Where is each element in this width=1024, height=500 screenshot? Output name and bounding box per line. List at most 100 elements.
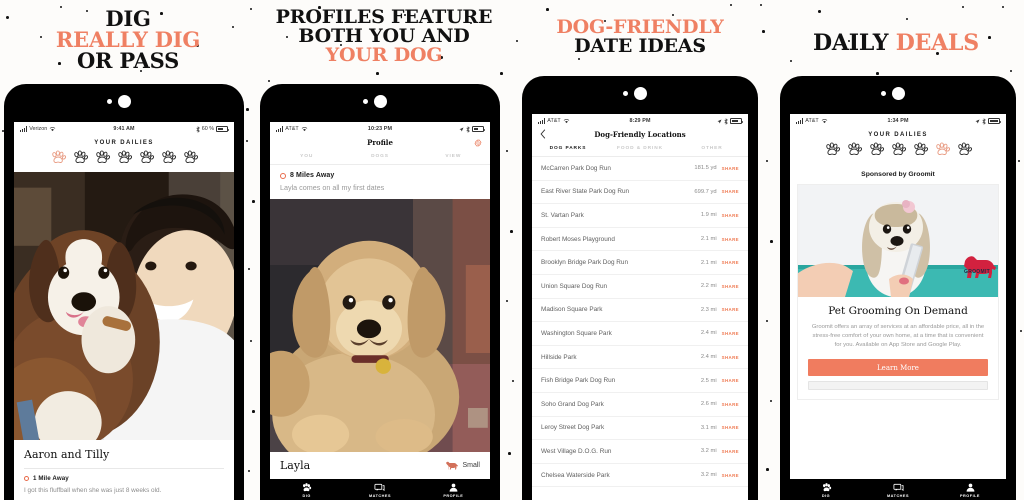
tab-food-drink[interactable]: FOOD & DRINK — [604, 142, 676, 156]
dog-name-bar: Layla Small — [270, 452, 490, 479]
location-row[interactable]: St. Vartan Park 1.9 mi SHARE — [532, 204, 748, 228]
share-button[interactable]: SHARE — [722, 237, 739, 242]
confetti-dot — [876, 72, 879, 75]
paw-progress-row-4[interactable] — [790, 140, 1006, 164]
share-button[interactable]: SHARE — [722, 260, 739, 265]
clock-label: 9:41 AM — [113, 126, 135, 132]
location-row[interactable]: McCarren Park Dog Run 181.5 yd SHARE — [532, 157, 748, 181]
confetti-dot — [252, 200, 255, 203]
paw-step-7[interactable] — [182, 150, 199, 165]
location-name: West Village D.O.G. Run — [541, 447, 612, 455]
tab-matches[interactable]: MATCHES — [862, 482, 934, 498]
wifi-icon — [821, 119, 827, 124]
paw-step-2[interactable] — [846, 142, 863, 157]
back-button[interactable] — [540, 128, 546, 141]
paw-step-4[interactable] — [116, 150, 133, 165]
location-row[interactable]: East River State Park Dog Run 699.7 yd SHA… — [532, 181, 748, 205]
sponsored-ad-card[interactable]: GROOMIT Pet Grooming On Demand Groomit o… — [797, 184, 999, 401]
headline-line: YOUR DOG — [325, 44, 443, 66]
tab-profile[interactable]: PROFILE — [934, 482, 1006, 498]
share-button[interactable]: SHARE — [722, 355, 739, 360]
share-button[interactable]: SHARE — [722, 307, 739, 312]
profile-photo-1[interactable] — [14, 172, 234, 441]
speaker-dot — [892, 87, 905, 100]
share-button[interactable]: SHARE — [722, 473, 739, 478]
confetti-dot — [252, 410, 255, 413]
share-button[interactable]: SHARE — [722, 166, 739, 171]
share-button[interactable]: SHARE — [722, 425, 739, 430]
profile-nav-bar: Profile — [270, 135, 490, 150]
location-row[interactable]: Leroy Street Dog Park 3.1 mi SHARE — [532, 417, 748, 441]
paw-step-2[interactable] — [72, 150, 89, 165]
tab-label: PROFILE — [960, 494, 980, 498]
location-name: Madison Square Park — [541, 306, 603, 314]
location-row[interactable]: Washington Square Park 2.4 mi SHARE — [532, 322, 748, 346]
location-name: Leroy Street Dog Park — [541, 424, 605, 432]
share-button[interactable]: SHARE — [722, 378, 739, 383]
battery-percent: 60 % — [201, 126, 215, 132]
tab-other[interactable]: OTHER — [676, 142, 748, 156]
share-button[interactable]: SHARE — [722, 402, 739, 407]
paw-step-7[interactable] — [956, 142, 973, 157]
dog-icon — [446, 461, 459, 470]
profile-tabs[interactable]: YOU DOGS VIEW — [270, 150, 490, 165]
settings-button[interactable] — [474, 134, 482, 152]
chevron-left-icon — [540, 128, 546, 139]
location-row[interactable]: Chelsea Waterside Park 3.2 mi SHARE — [532, 464, 748, 488]
share-button[interactable]: SHARE — [722, 331, 739, 336]
share-button[interactable]: SHARE — [722, 213, 739, 218]
paw-step-3[interactable] — [868, 142, 885, 157]
headline-line: DIG — [105, 6, 151, 31]
tab-you[interactable]: YOU — [270, 150, 343, 164]
share-button[interactable]: SHARE — [722, 449, 739, 454]
bottom-tab-bar-2[interactable]: DIG MATCHES PROFILE — [270, 479, 490, 500]
paw-step-6[interactable] — [934, 142, 951, 157]
location-row[interactable]: Fish Bridge Park Dog Run 2.5 mi SHARE — [532, 369, 748, 393]
battery-icon — [216, 126, 230, 132]
paw-step-6[interactable] — [160, 150, 177, 165]
tab-label: DIG — [302, 494, 311, 498]
location-row[interactable]: Madison Square Park 2.3 mi SHARE — [532, 299, 748, 323]
share-button[interactable]: SHARE — [722, 284, 739, 289]
status-bar: AT&T 1:34 PM — [790, 114, 1006, 127]
confetti-dot — [246, 108, 249, 111]
paw-step-5[interactable] — [138, 150, 155, 165]
locations-list[interactable]: McCarren Park Dog Run 181.5 yd SHARE East R… — [532, 157, 748, 500]
tab-profile[interactable]: PROFILE — [417, 482, 490, 498]
tab-dig[interactable]: DIG — [270, 482, 343, 498]
learn-more-button[interactable]: Learn More — [808, 359, 988, 377]
confetti-dot — [268, 80, 271, 83]
paw-step-4[interactable] — [890, 142, 907, 157]
secondary-ad-button[interactable] — [808, 381, 988, 391]
location-row[interactable]: Robert Moses Playground 2.1 mi SHARE — [532, 228, 748, 252]
ad-image: GROOMIT — [798, 185, 998, 297]
location-distance: 3.1 mi — [700, 424, 717, 431]
dog-photo[interactable] — [270, 199, 490, 452]
location-row[interactable]: Union Square Dog Run 2.2 mi SHARE — [532, 275, 748, 299]
confetti-dot — [510, 230, 513, 233]
paw-icon — [303, 483, 312, 492]
tab-dog-parks[interactable]: DOG PARKS — [532, 142, 604, 156]
phone-screen-deals: AT&T 1:34 PM YOUR DAILIES Sponsored by G… — [790, 114, 1006, 500]
headline-line: DAILY DEALS — [768, 32, 1024, 54]
paw-step-5[interactable] — [912, 142, 929, 157]
location-row[interactable]: West Village D.O.G. Run 3.2 mi SHARE — [532, 440, 748, 464]
paw-step-3[interactable] — [94, 150, 111, 165]
location-row[interactable]: Soho Grand Dog Park 2.6 mi SHARE — [532, 393, 748, 417]
status-right — [651, 117, 744, 125]
paw-step-1[interactable] — [824, 142, 841, 157]
location-distance: 2.3 mi — [700, 306, 717, 313]
locations-tabs[interactable]: DOG PARKS FOOD & DRINK OTHER — [532, 142, 748, 157]
location-name: Robert Moses Playground — [541, 235, 615, 243]
paw-progress-row-1[interactable] — [14, 148, 234, 172]
tab-dogs[interactable]: DOGS — [343, 150, 416, 164]
tab-view[interactable]: VIEW — [417, 150, 490, 164]
location-row[interactable]: Brooklyn Bridge Park Dog Run 2.1 mi SHARE — [532, 251, 748, 275]
bottom-tab-bar-4[interactable]: DIG MATCHES PROFILE — [790, 479, 1006, 500]
tab-dig[interactable]: DIG — [790, 482, 862, 498]
paw-step-1[interactable] — [50, 150, 67, 165]
paw-icon — [139, 150, 154, 163]
location-row[interactable]: Hillside Park 2.4 mi SHARE — [532, 346, 748, 370]
tab-matches[interactable]: MATCHES — [343, 482, 416, 498]
share-button[interactable]: SHARE — [722, 189, 739, 194]
